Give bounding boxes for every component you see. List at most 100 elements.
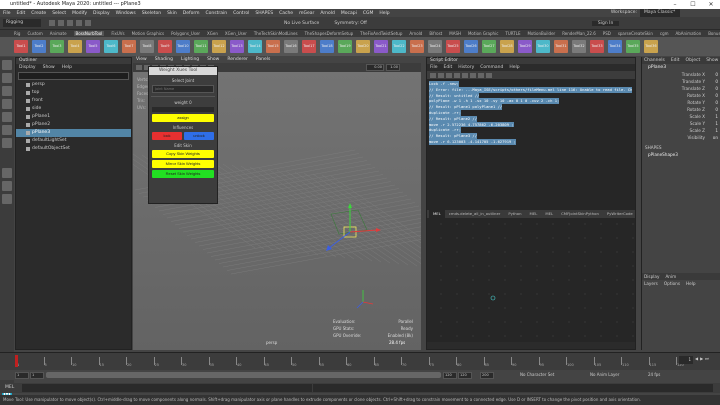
shelf-tool-icon[interactable]: Tool26	[464, 40, 478, 53]
layer-tab-display[interactable]: Display	[644, 273, 659, 280]
channel-attr-value[interactable]: 0	[708, 85, 718, 92]
script-tab[interactable]: MEL	[429, 210, 445, 218]
menu-skin[interactable]: Skin	[167, 11, 177, 16]
shelf-tool-icon[interactable]: Tool2	[32, 40, 46, 53]
channel-attr-row[interactable]: Scale Y1	[642, 120, 720, 127]
channel-menu-show[interactable]: Show	[706, 57, 718, 64]
sign-in-button[interactable]: Sign In	[591, 20, 620, 26]
shelf-tool-icon[interactable]: Tool13	[230, 40, 244, 53]
shelf-tab-renderman-22-6[interactable]: RenderMan_22.6	[562, 31, 596, 36]
outliner-search[interactable]	[18, 72, 129, 80]
shelf-tool-icon[interactable]: Tool29	[518, 40, 532, 53]
shelf-tool-icon[interactable]: Tool28	[500, 40, 514, 53]
mirror-skin-weights-button[interactable]: Mirror Skin Weights	[152, 160, 214, 168]
shelf-tool-icon[interactable]: Tool15	[266, 40, 280, 53]
menu-arnold[interactable]: Arnold	[320, 11, 335, 16]
command-input[interactable]	[22, 384, 312, 392]
last-tool-icon[interactable]	[2, 138, 12, 148]
shelf-tool-icon[interactable]: Tool30	[536, 40, 550, 53]
outliner-item[interactable]: pPlane1	[16, 113, 131, 121]
copy-skin-weights-button[interactable]: Copy Skin Weights	[152, 150, 214, 158]
shelf-tab-turtle[interactable]: TURTLE	[505, 31, 520, 36]
shelf-tool-icon[interactable]: Tool11	[194, 40, 208, 53]
outliner-menu-display[interactable]: Display	[19, 64, 36, 71]
shelf-tool-icon[interactable]: Tool35	[626, 40, 640, 53]
close-icon[interactable]: ✕	[702, 0, 720, 9]
shelf-tool-icon[interactable]: Tool19	[338, 40, 352, 53]
viewport-menu-panels[interactable]: Panels	[256, 57, 270, 63]
outliner-menu-show[interactable]: Show	[43, 64, 55, 71]
script-menu-help[interactable]: Help	[509, 64, 519, 71]
menu-mgear[interactable]: mGear	[299, 11, 314, 16]
lasso-tool-icon[interactable]	[2, 73, 12, 83]
script-tab[interactable]: CMFJointSkinPython	[557, 210, 603, 218]
script-input[interactable]	[427, 218, 635, 342]
exposure-field[interactable]: 0.00	[366, 64, 384, 71]
shelf-tool-icon[interactable]: Tool22	[392, 40, 406, 53]
channel-attr-value[interactable]: 1	[708, 113, 718, 120]
menu-set-dropdown[interactable]: Rigging	[3, 19, 41, 27]
channel-attr-value[interactable]: 0	[708, 99, 718, 106]
shelf-tab-psd[interactable]: PSD	[603, 31, 611, 36]
workspace-selector[interactable]: Workspace: Maya Classic*	[611, 9, 680, 17]
shelf-tool-icon[interactable]: Tool20	[356, 40, 370, 53]
shelf-tool-icon[interactable]: Tool1	[14, 40, 28, 53]
channel-attr-value[interactable]: 1	[708, 127, 718, 134]
character-set-dropdown[interactable]: No Character Set	[520, 372, 554, 377]
viewport-menu-show[interactable]: Show	[207, 57, 219, 63]
shelf-tab-abanimation[interactable]: AbAnimation	[676, 31, 702, 36]
live-surface-label[interactable]: No Live Surface	[284, 21, 319, 26]
select-tool-icon[interactable]	[2, 60, 12, 70]
outliner-item[interactable]: side	[16, 105, 131, 113]
shelf-tab-bonus-tools[interactable]: Bonus Tools	[708, 31, 720, 36]
viewport-menu-view[interactable]: View	[136, 57, 147, 63]
move-tool-icon[interactable]	[2, 99, 12, 109]
shelf-tool-icon[interactable]: Tool27	[482, 40, 496, 53]
source-script-icon[interactable]	[438, 72, 444, 78]
joint-search-input[interactable]	[152, 85, 214, 93]
shelf-tab-theshapesdeformsetup[interactable]: TheShapesDeformSetup	[305, 31, 354, 36]
shelf-tool-icon[interactable]: Tool23	[410, 40, 424, 53]
symmetry-dropdown[interactable]: Symmetry: Off	[334, 21, 367, 26]
menu-modify[interactable]: Modify	[72, 11, 87, 16]
outliner-item[interactable]: defaultObjectSet	[16, 145, 131, 153]
menu-create[interactable]: Create	[31, 11, 46, 16]
weight-field[interactable]	[152, 107, 214, 112]
shelf-tab-custom[interactable]: Custom	[27, 31, 42, 36]
shelf-tool-icon[interactable]: Tool8	[140, 40, 154, 53]
execute-icon[interactable]	[486, 72, 492, 78]
shelf-tab-rig[interactable]: Rig	[14, 31, 20, 36]
shelf-tool-icon[interactable]: Tool21	[374, 40, 388, 53]
outliner-item[interactable]: defaultLightSet	[16, 137, 131, 145]
undo-icon[interactable]	[76, 20, 82, 26]
clear-history-icon[interactable]	[454, 72, 460, 78]
reset-skin-weights-button[interactable]: Reset Skin Weights	[152, 170, 214, 178]
channel-attr-row[interactable]: Translate Z0	[642, 85, 720, 92]
current-time-marker[interactable]	[15, 355, 18, 367]
layer-menu-layers[interactable]: Layers	[644, 280, 658, 287]
shelf-tab-bifrost[interactable]: Bifrost	[429, 31, 442, 36]
max-frame-field[interactable]: 200	[480, 372, 494, 379]
range-end-field[interactable]: 120	[443, 372, 457, 379]
menu-file[interactable]: File	[3, 11, 11, 16]
menu-control[interactable]: Control	[233, 11, 249, 16]
new-scene-icon[interactable]	[49, 20, 55, 26]
outliner-item[interactable]: pPlane3	[16, 129, 131, 137]
shelf-tab-motion-graphics[interactable]: Motion Graphics	[132, 31, 165, 36]
outliner-menu-help[interactable]: Help	[62, 64, 72, 71]
layer-menu-help[interactable]: Help	[686, 280, 696, 287]
shelf-tool-icon[interactable]: Tool10	[176, 40, 190, 53]
anim-layer-dropdown[interactable]: No Anim Layer	[590, 372, 619, 377]
current-frame-field[interactable]: 1	[679, 356, 693, 364]
range-start-field[interactable]: 1	[30, 372, 44, 379]
menu-cgm[interactable]: CGM	[363, 11, 374, 16]
open-scene-icon[interactable]	[58, 20, 64, 26]
step-forward-icon[interactable]: ⏭	[705, 356, 709, 361]
menu-select[interactable]: Select	[52, 11, 66, 16]
shelf-tool-icon[interactable]: Tool34	[608, 40, 622, 53]
shelf-tool-icon[interactable]: Tool9	[158, 40, 172, 53]
menu-windows[interactable]: Windows	[116, 11, 136, 16]
channel-attr-value[interactable]: 1	[708, 120, 718, 127]
shelf-tool-icon[interactable]: Tool31	[554, 40, 568, 53]
layer-tab-anim[interactable]: Anim	[665, 273, 676, 280]
